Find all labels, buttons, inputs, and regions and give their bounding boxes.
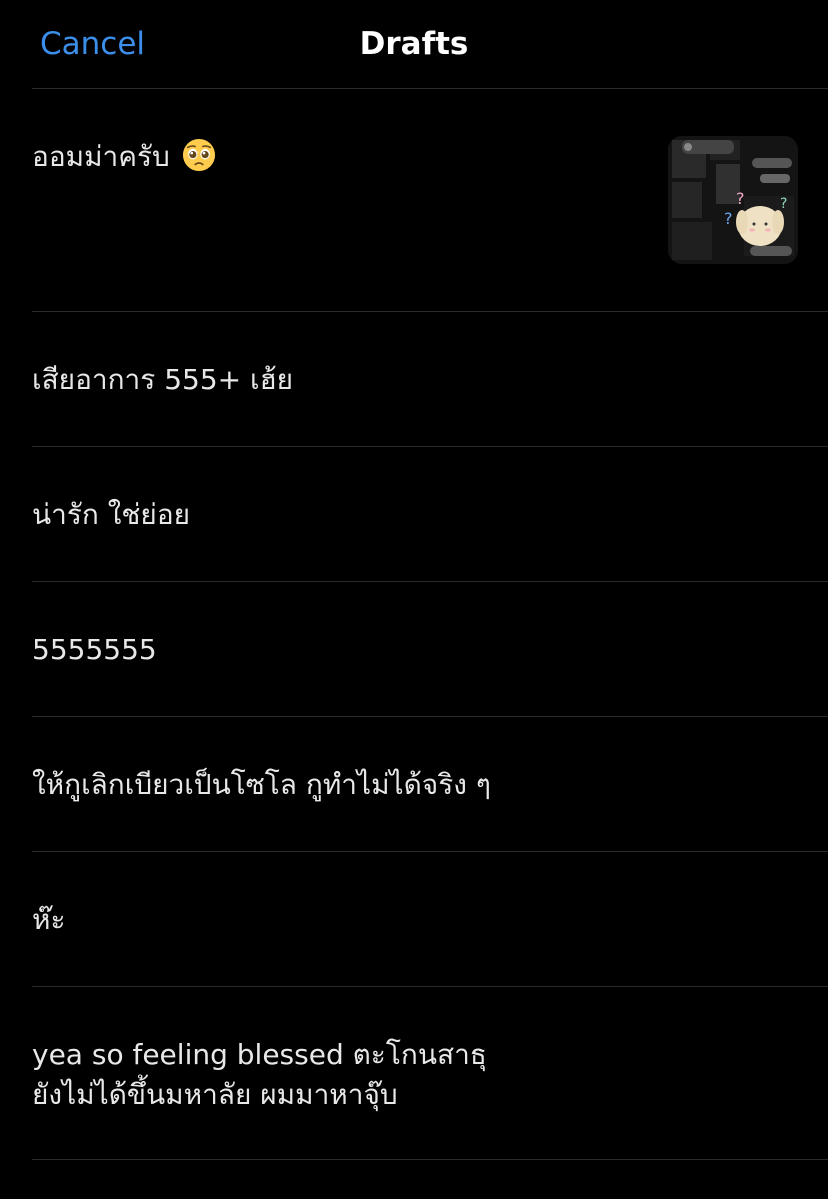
draft-item[interactable]: ให้กูเลิกเบียวเป็นโซโล กูทำไม่ได้จริง ๆ (0, 717, 828, 851)
draft-text-wrapper: ออมม่าครับ (32, 137, 216, 177)
page-title: Drafts (359, 26, 469, 62)
draft-text: ให้กูเลิกเบียวเป็นโซโล กูทำไม่ได้จริง ๆ (32, 768, 491, 801)
svg-text:?: ? (780, 196, 787, 212)
draft-item[interactable]: น่ารัก ใช่ย่อย (0, 447, 828, 581)
pleading-face-icon (182, 138, 215, 172)
thumbnail-image: ? ? ? (668, 136, 798, 264)
draft-item[interactable]: เสียอาการ 555+ เฮ้ย (0, 312, 828, 446)
draft-text: เสียอาการ 555+ เฮ้ย (32, 363, 294, 396)
draft-text: 5555555 (32, 633, 157, 666)
draft-item[interactable]: yea so feeling blessed ตะโกนสาธุ ยังไม่ไ… (0, 987, 828, 1159)
drafts-sheet: Cancel Drafts ออมม่าครับ ? ? ? เสียอาการ… (0, 0, 828, 1199)
draft-item[interactable]: 5555555 (0, 582, 828, 716)
draft-text: ออมม่าครับ (32, 140, 170, 173)
svg-text:?: ? (736, 189, 745, 208)
divider (32, 1159, 828, 1160)
draft-text: yea so feeling blessed ตะโกนสาธุ ยังไม่ไ… (32, 1038, 487, 1111)
draft-image-thumbnail[interactable]: ? ? ? (668, 136, 798, 264)
navigation-bar: Cancel Drafts (0, 0, 828, 88)
draft-text: น่ารัก ใช่ย่อย (32, 498, 191, 531)
draft-text: ห๊ะ (32, 903, 66, 936)
draft-item[interactable]: ห๊ะ (0, 852, 828, 986)
draft-item[interactable]: ออมม่าครับ ? ? ? (0, 89, 828, 311)
svg-text:?: ? (724, 209, 733, 228)
